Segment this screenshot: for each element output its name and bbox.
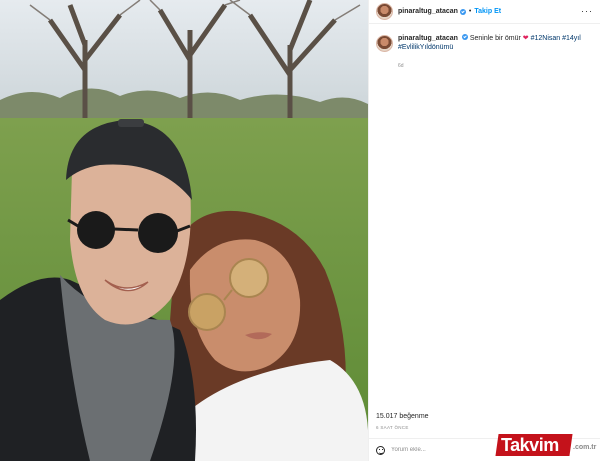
verified-badge-icon [461, 34, 468, 40]
post-side-panel: pinaraltug_atacan • Takip Et ··· pinaral… [368, 0, 600, 461]
watermark-brand: Takvim [501, 435, 559, 455]
hashtag-link[interactable]: #12Nisan #14yıl [531, 35, 581, 42]
takvim-watermark: Takvim .com.tr [495, 432, 597, 458]
follow-button[interactable]: Takip Et [474, 8, 501, 15]
caption-body: pinaraltug_atacan Seninle bir ömür ❤ #12… [398, 34, 581, 71]
emoji-icon[interactable] [376, 445, 385, 455]
more-horizontal-icon[interactable]: ··· [581, 7, 593, 16]
likes-count[interactable]: 15.017 beğenme [376, 413, 429, 420]
verified-badge-icon [459, 8, 466, 15]
caption-avatar[interactable] [376, 35, 393, 52]
comment-input[interactable] [391, 447, 501, 453]
watermark-domain: .com.tr [573, 444, 597, 451]
instagram-post: pinaraltug_atacan • Takip Et ··· pinaral… [0, 0, 600, 461]
caption-timestamp: 6d [398, 63, 404, 69]
post-caption: pinaraltug_atacan Seninle bir ömür ❤ #12… [376, 34, 594, 71]
separator-dot: • [468, 8, 472, 15]
caption-text: Seninle bir ömür [469, 35, 521, 42]
selfie-image [0, 0, 368, 461]
avatar[interactable] [376, 3, 393, 20]
username[interactable]: pinaraltug_atacan [398, 8, 458, 15]
post-photo[interactable] [0, 0, 368, 461]
caption-username[interactable]: pinaraltug_atacan [398, 35, 458, 42]
hashtag-link[interactable]: #EvlilikYıldönümü [398, 44, 453, 51]
red-heart-emoji-icon: ❤ [522, 35, 529, 42]
post-date: 6 SAAT ÖNCE [376, 425, 409, 430]
post-header: pinaraltug_atacan • Takip Et ··· [369, 0, 600, 24]
